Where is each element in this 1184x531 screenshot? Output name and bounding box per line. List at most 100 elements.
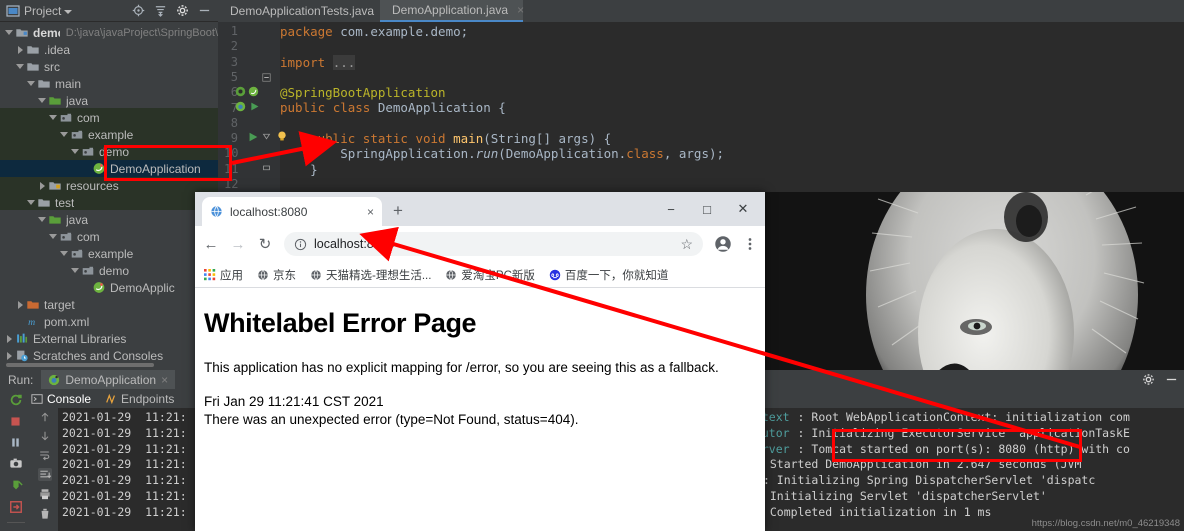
address-bar[interactable]: localhost:8080 ☆	[284, 232, 703, 256]
tree-node-test[interactable]: test	[0, 194, 218, 211]
soft-wrap-icon[interactable]	[38, 449, 51, 461]
bookmark-item[interactable]: 京东	[257, 267, 296, 283]
bookmark-item[interactable]: 天猫精选-理想生活...	[310, 267, 431, 283]
tree-node-scratches-and-consoles[interactable]: Scratches and Consoles	[0, 347, 218, 364]
apps-grid-icon	[204, 268, 216, 281]
tree-node-demo[interactable]: demo D:\java\javaProject\SpringBoot\	[0, 24, 218, 41]
browser-tab[interactable]: localhost:8080 ×	[202, 197, 382, 226]
forward-button[interactable]: →	[230, 236, 246, 253]
chrome-browser-window[interactable]: localhost:8080 × + − □ ✕ ← → ↻ localhost…	[195, 192, 765, 531]
tree-node-demo[interactable]: demo	[0, 262, 218, 279]
run-window-header-buttons[interactable]	[1142, 370, 1178, 389]
tree-node-demoapplic[interactable]: DemoApplic	[0, 279, 218, 296]
minimize-button[interactable]: −	[653, 194, 689, 224]
spring-bean-icon[interactable]	[235, 86, 246, 97]
bookmark-item[interactable]: 爱淘宝PC新版	[445, 267, 535, 283]
scroll-up-icon[interactable]	[39, 411, 51, 423]
tab-close-icon[interactable]: ×	[367, 205, 374, 219]
tab-demoapplicationtests[interactable]: DemoApplicationTests.java ×	[218, 0, 390, 22]
tab-console[interactable]: Console	[31, 392, 91, 406]
bookmarks-bar[interactable]: 应用 京东 天猫精选-理想生活... 爱淘宝PC新版 百度一下，你就知道	[195, 262, 765, 288]
tree-node-java[interactable]: java	[0, 211, 218, 228]
run-gutter-icon[interactable]	[249, 101, 260, 112]
tree-node-src[interactable]: src	[0, 58, 218, 75]
scroll-down-icon[interactable]	[39, 430, 51, 442]
tree-node-example[interactable]: example	[0, 126, 218, 143]
expand-arrow-icon[interactable]	[59, 132, 69, 137]
fold-region-icon[interactable]	[262, 132, 271, 141]
hide-panel-icon[interactable]	[198, 4, 211, 17]
close-button[interactable]: ✕	[725, 194, 761, 224]
fold-region-end-icon[interactable]	[262, 163, 271, 172]
clear-all-icon[interactable]	[39, 507, 51, 520]
expand-arrow-icon[interactable]	[70, 268, 80, 273]
tree-node-example[interactable]: example	[0, 245, 218, 262]
three-dot-menu-icon[interactable]	[743, 235, 757, 253]
collapse-arrow-icon[interactable]	[4, 334, 14, 343]
locate-icon[interactable]	[132, 4, 145, 17]
settings-icon[interactable]	[176, 4, 189, 17]
stop-icon[interactable]	[9, 415, 22, 428]
pause-icon[interactable]	[9, 436, 22, 449]
code-editor[interactable]: 1 2 3 5 6 7 8 9 10 11 12 package com.exa…	[218, 22, 1184, 192]
tree-node-com[interactable]: com	[0, 109, 218, 126]
tree-node--idea[interactable]: .idea	[0, 41, 218, 58]
tree-node-java[interactable]: java	[0, 92, 218, 109]
tree-node-main[interactable]: main	[0, 75, 218, 92]
tree-horizontal-scrollbar[interactable]	[6, 363, 154, 367]
run-left-toolbar[interactable]	[0, 389, 31, 531]
rerun-icon[interactable]	[9, 393, 23, 407]
camera-icon[interactable]	[9, 457, 23, 470]
expand-arrow-icon[interactable]	[15, 64, 25, 69]
tree-node-external-libraries[interactable]: External Libraries	[0, 330, 218, 347]
expand-arrow-icon[interactable]	[48, 234, 58, 239]
spring-config-icon[interactable]	[248, 86, 259, 97]
project-tree[interactable]: demo D:\java\javaProject\SpringBoot\ .idea…	[0, 22, 218, 370]
run-config-tab[interactable]: DemoApplication ×	[41, 370, 176, 389]
chevron-down-icon[interactable]	[64, 9, 73, 14]
profile-avatar-icon[interactable]	[714, 235, 732, 253]
reload-button[interactable]: ↻	[257, 235, 273, 253]
expand-arrow-icon[interactable]	[37, 217, 47, 222]
info-circle-icon[interactable]	[294, 238, 307, 251]
tree-node-com[interactable]: com	[0, 228, 218, 245]
settings-gear-icon[interactable]	[1142, 373, 1155, 386]
collapse-arrow-icon[interactable]	[37, 181, 47, 190]
tree-node-pom-xml[interactable]: m pom.xml	[0, 313, 218, 330]
run-sub-tabs[interactable]: Console Endpoints	[31, 389, 174, 408]
scroll-to-end-icon[interactable]	[37, 468, 52, 481]
expand-arrow-icon[interactable]	[37, 98, 47, 103]
console-gutter-toolbar[interactable]	[31, 408, 58, 531]
collapse-arrow-icon[interactable]	[15, 300, 25, 309]
hide-panel-icon[interactable]	[1165, 373, 1178, 386]
window-controls[interactable]: − □ ✕	[653, 192, 761, 226]
bookmark-star-icon[interactable]: ☆	[680, 236, 693, 253]
expand-arrow-icon[interactable]	[26, 200, 36, 205]
spring-boot-icon[interactable]	[235, 101, 246, 112]
collapse-arrow-icon[interactable]	[4, 351, 14, 360]
expand-arrow-icon[interactable]	[48, 115, 58, 120]
collapse-all-icon[interactable]	[154, 4, 167, 17]
tab-demoapplication[interactable]: DemoApplication.java ×	[380, 0, 524, 22]
run-method-icon[interactable]	[247, 131, 259, 143]
maximize-button[interactable]: □	[689, 194, 725, 224]
tab-endpoints[interactable]: Endpoints	[105, 392, 174, 406]
bookmark-item[interactable]: 应用	[204, 267, 243, 283]
back-button[interactable]: ←	[203, 236, 219, 253]
expand-arrow-icon[interactable]	[4, 30, 14, 35]
tree-node-target[interactable]: target	[0, 296, 218, 313]
new-tab-button[interactable]: +	[393, 201, 403, 221]
tab-close-icon[interactable]: ×	[517, 3, 524, 17]
thread-dump-icon[interactable]	[9, 478, 23, 492]
expand-arrow-icon[interactable]	[70, 149, 80, 154]
fold-collapse-icon[interactable]	[262, 73, 271, 82]
run-config-close-icon[interactable]: ×	[161, 373, 168, 387]
code-content[interactable]: package com.example.demo; import ... @Sp…	[280, 22, 1184, 192]
exit-icon[interactable]	[9, 500, 23, 514]
bookmark-item[interactable]: 百度一下，你就知道	[549, 267, 668, 283]
expand-arrow-icon[interactable]	[59, 251, 69, 256]
expand-arrow-icon[interactable]	[26, 81, 36, 86]
collapse-arrow-icon[interactable]	[15, 45, 25, 54]
print-icon[interactable]	[39, 488, 51, 500]
editor-tab-bar[interactable]: DemoApplicationTests.java × DemoApplicat…	[218, 0, 1184, 22]
